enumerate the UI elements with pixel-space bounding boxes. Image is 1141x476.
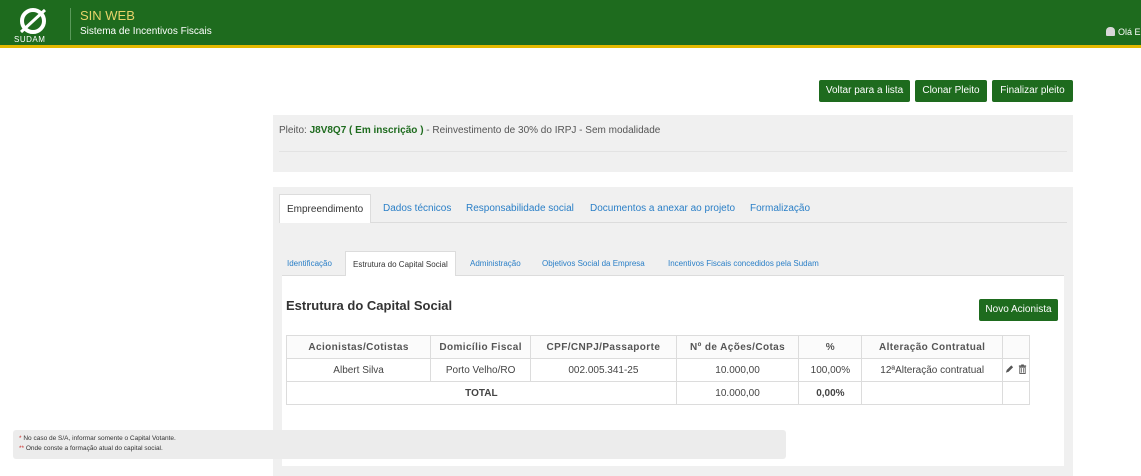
user-greeting: Olá E xyxy=(1118,27,1141,37)
col-acionistas: Acionistas/Cotistas xyxy=(285,335,432,359)
note-1-text: No caso de S/A, informar somente o Capit… xyxy=(21,435,176,442)
sub-tabs: Identificação Estrutura do Capital Socia… xyxy=(282,251,1064,276)
user-icon xyxy=(1106,27,1115,36)
cell-document: 002.005.341-25 xyxy=(530,358,677,382)
cell-amendment: 12ªAlteração contratual xyxy=(861,358,1003,382)
edit-pencil-icon[interactable] xyxy=(1005,364,1014,374)
cell-actions xyxy=(1001,358,1031,382)
pleito-divider xyxy=(279,151,1067,152)
col-percent: % xyxy=(798,335,863,359)
col-alteracao: Alteração Contratual xyxy=(861,335,1003,359)
table-total-row: TOTAL 10.000,00 0,00% xyxy=(286,381,1031,405)
total-percent: 0,00% xyxy=(798,381,863,405)
delete-trash-icon[interactable] xyxy=(1018,364,1027,374)
tab-dados-tecnicos[interactable]: Dados técnicos xyxy=(383,194,451,223)
total-label: TOTAL xyxy=(286,381,677,405)
note-2-text: Onde conste a formação atual do capital … xyxy=(24,445,163,452)
subtab-objetivos-social[interactable]: Objetivos Social da Empresa xyxy=(542,251,645,276)
logo-text: SUDAM xyxy=(14,35,46,44)
total-shares: 10.000,00 xyxy=(675,381,800,405)
note-1: * No caso de S/A, informar somente o Cap… xyxy=(19,435,176,442)
tab-formalizacao[interactable]: Formalização xyxy=(750,194,810,223)
cell-percent: 100,00% xyxy=(798,358,863,382)
col-domicilio: Domicílio Fiscal xyxy=(430,335,532,359)
pleito-prefix: Pleito: xyxy=(279,125,310,136)
subtab-identificacao[interactable]: Identificação xyxy=(287,251,332,276)
app-subtitle: Sistema de Incentivos Fiscais xyxy=(80,26,212,37)
shareholders-table: Acionistas/Cotistas Domicílio Fiscal CPF… xyxy=(285,335,1031,405)
sudam-logo[interactable]: SUDAM xyxy=(8,6,60,44)
tab-responsabilidade-social[interactable]: Responsabilidade social xyxy=(466,194,574,223)
pleito-code: J8V8Q7 ( Em inscrição ) xyxy=(309,125,424,136)
col-actions xyxy=(1001,335,1031,359)
logo-icon xyxy=(19,8,47,34)
cell-domicile: Porto Velho/RO xyxy=(430,358,532,382)
table-header-row: Acionistas/Cotistas Domicílio Fiscal CPF… xyxy=(285,335,1031,359)
pleito-summary: Pleito: J8V8Q7 ( Em inscrição ) - Reinve… xyxy=(279,125,660,136)
back-to-list-button[interactable]: Voltar para a lista xyxy=(819,80,910,102)
subtab-administracao[interactable]: Administração xyxy=(470,251,521,276)
subtab-incentivos-fiscais[interactable]: Incentivos Fiscais concedidos pela Sudam xyxy=(668,251,819,276)
tab-documentos[interactable]: Documentos a anexar ao projeto xyxy=(590,194,735,223)
table-row: Albert Silva Porto Velho/RO 002.005.341-… xyxy=(285,358,1031,382)
col-documento: CPF/CNPJ/Passaporte xyxy=(530,335,677,359)
clone-pleito-button[interactable]: Clonar Pleito xyxy=(915,80,987,102)
cell-shares: 10.000,00 xyxy=(675,358,800,382)
subtab-estrutura-capital[interactable]: Estrutura do Capital Social xyxy=(345,251,456,276)
note-2: ** Onde conste a formação atual do capit… xyxy=(19,445,163,452)
brand-divider xyxy=(70,8,71,40)
new-shareholder-button[interactable]: Novo Acionista xyxy=(979,299,1058,321)
notes-box: * No caso de S/A, informar somente o Cap… xyxy=(13,430,786,459)
tab-empreendimento[interactable]: Empreendimento xyxy=(279,194,372,223)
total-empty-actions xyxy=(1001,381,1031,405)
col-acoes: Nº de Ações/Cotas xyxy=(675,335,800,359)
main-tabs: Empreendimento Dados técnicos Responsabi… xyxy=(279,194,1067,223)
pleito-panel: Pleito: J8V8Q7 ( Em inscrição ) - Reinve… xyxy=(273,115,1073,172)
section-title: Estrutura do Capital Social xyxy=(286,298,453,313)
pleito-description: - Reinvestimento de 30% do IRPJ - Sem mo… xyxy=(423,125,661,136)
top-navbar: SUDAM SIN WEB Sistema de Incentivos Fisc… xyxy=(0,0,1141,48)
total-empty xyxy=(861,381,1003,405)
cell-name: Albert Silva xyxy=(285,358,432,382)
app-name: SIN WEB xyxy=(80,8,135,23)
user-menu[interactable]: Olá E xyxy=(1106,27,1141,37)
finish-pleito-button[interactable]: Finalizar pleito xyxy=(992,80,1073,102)
